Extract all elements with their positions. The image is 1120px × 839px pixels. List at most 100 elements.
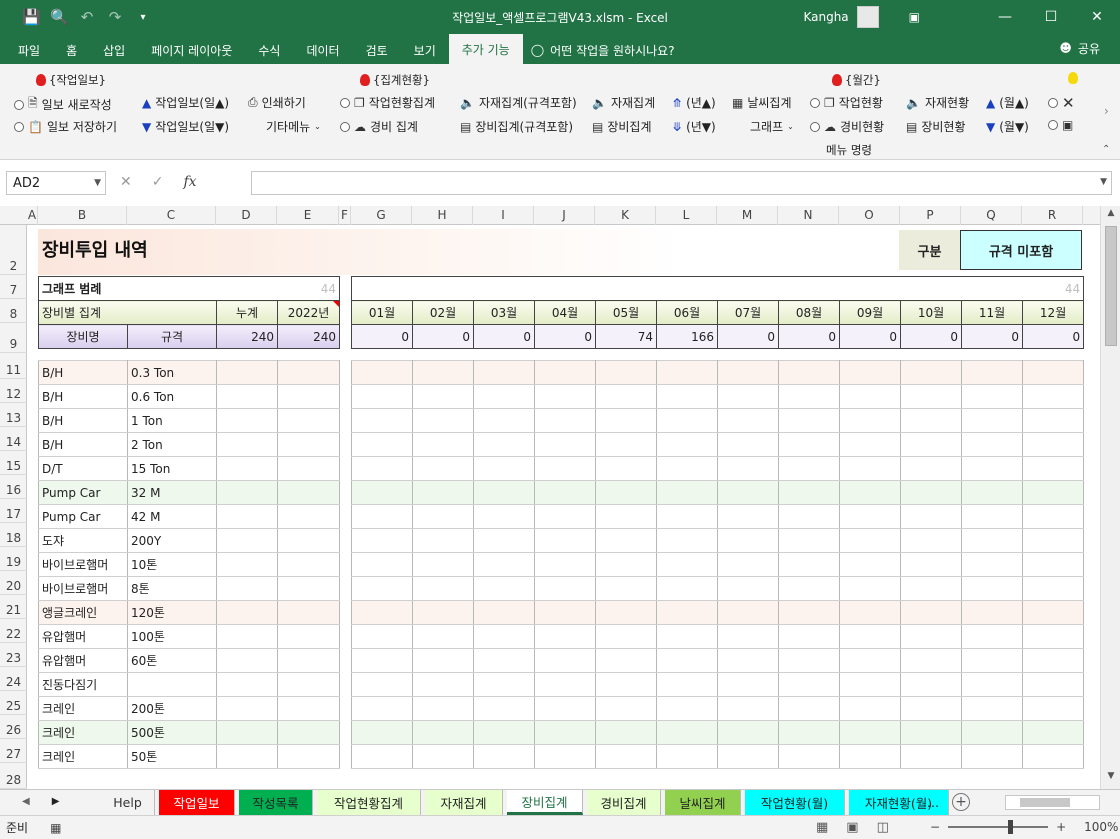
month-cell[interactable] xyxy=(961,360,1023,385)
sheet-tab[interactable]: 작업현황집계 xyxy=(317,790,421,815)
total-cell[interactable] xyxy=(216,360,278,385)
total-cell[interactable] xyxy=(216,408,278,433)
month-cell[interactable] xyxy=(534,720,596,745)
monthly-equipment-button[interactable]: ▤ 장비현황 xyxy=(906,118,966,135)
function-icon[interactable]: fx xyxy=(183,174,196,190)
month-cell[interactable] xyxy=(595,720,657,745)
row-header[interactable]: 17 xyxy=(0,499,27,523)
tab-add-ins[interactable]: 추가 기능 xyxy=(448,34,523,64)
month-cell[interactable] xyxy=(412,408,474,433)
tab-page-layout[interactable]: 페이지 레이아웃 xyxy=(138,36,245,64)
equipment-spec-cell[interactable]: 200톤 xyxy=(127,696,217,721)
equipment-spec-cell[interactable]: 0.6 Ton xyxy=(127,384,217,409)
month-cell[interactable] xyxy=(351,528,413,553)
month-cell[interactable] xyxy=(717,528,779,553)
add-sheet-icon[interactable]: + xyxy=(952,793,970,811)
month-cell[interactable] xyxy=(534,504,596,529)
month-cell[interactable] xyxy=(717,480,779,505)
month-cell[interactable] xyxy=(656,672,718,697)
month-label[interactable]: 05월 xyxy=(595,300,657,325)
month-cell[interactable] xyxy=(534,480,596,505)
month-cell[interactable] xyxy=(717,696,779,721)
month-value[interactable]: 0 xyxy=(351,324,413,349)
month-cell[interactable] xyxy=(1022,456,1084,481)
month-cell[interactable] xyxy=(1022,384,1084,409)
month-cell[interactable] xyxy=(473,432,535,457)
total-cell[interactable] xyxy=(216,576,278,601)
hscroll-thumb[interactable] xyxy=(1020,798,1070,807)
month-cell[interactable] xyxy=(656,384,718,409)
comment-marker[interactable] xyxy=(333,301,339,307)
month-cell[interactable] xyxy=(778,360,840,385)
more-tabs-button[interactable]: ... xyxy=(918,790,948,815)
total-cell[interactable] xyxy=(216,384,278,409)
extra-image-button[interactable]: ▣ xyxy=(1048,118,1073,132)
scroll-thumb[interactable] xyxy=(1105,226,1117,346)
month-value[interactable]: 0 xyxy=(717,324,779,349)
month-label[interactable]: 04월 xyxy=(534,300,596,325)
daily-up-button[interactable]: ▲ 작업일보(일▲) xyxy=(142,94,229,111)
month-label[interactable]: 10월 xyxy=(900,300,962,325)
month-cell[interactable] xyxy=(961,552,1023,577)
month-cell[interactable] xyxy=(595,624,657,649)
month-cell[interactable] xyxy=(778,408,840,433)
row-header[interactable]: 13 xyxy=(0,403,27,427)
spec-column-label[interactable]: 규격 xyxy=(127,324,217,349)
year-cell[interactable] xyxy=(277,624,340,649)
month-cell[interactable] xyxy=(351,552,413,577)
year-value[interactable]: 240 xyxy=(277,324,341,349)
month-cell[interactable] xyxy=(473,480,535,505)
year-cell[interactable] xyxy=(277,552,340,577)
column-header[interactable]: F xyxy=(339,206,351,225)
month-cell[interactable] xyxy=(351,672,413,697)
month-cell[interactable] xyxy=(351,648,413,673)
month-cell[interactable] xyxy=(717,648,779,673)
total-cell[interactable] xyxy=(216,744,278,769)
month-cell[interactable] xyxy=(961,528,1023,553)
month-cell[interactable] xyxy=(656,648,718,673)
zoom-in-icon[interactable]: + xyxy=(1056,820,1066,834)
month-cell[interactable] xyxy=(473,600,535,625)
weather-summary-button[interactable]: ▦ 날씨집계 xyxy=(732,94,792,111)
month-cell[interactable] xyxy=(534,672,596,697)
month-cell[interactable] xyxy=(473,408,535,433)
month-cell[interactable] xyxy=(473,360,535,385)
month-cell[interactable] xyxy=(961,720,1023,745)
month-label[interactable]: 08월 xyxy=(778,300,840,325)
equipment-name-cell[interactable]: B/H xyxy=(38,408,128,433)
row-header[interactable]: 25 xyxy=(0,691,27,715)
month-cell[interactable] xyxy=(595,528,657,553)
year-cell[interactable] xyxy=(277,408,340,433)
month-cell[interactable] xyxy=(900,576,962,601)
total-cell[interactable] xyxy=(216,456,278,481)
equipment-spec-summary-button[interactable]: ▤ 장비집계(규격포함) xyxy=(460,118,573,135)
month-cell[interactable] xyxy=(351,456,413,481)
month-cell[interactable] xyxy=(351,744,413,769)
month-cell[interactable] xyxy=(473,552,535,577)
tab-review[interactable]: 검토 xyxy=(353,36,401,64)
work-summary-button[interactable]: ❐ 작업현황집계 xyxy=(340,94,435,111)
equipment-spec-cell[interactable]: 15 Ton xyxy=(127,456,217,481)
equipment-name-cell[interactable]: Pump Car xyxy=(38,480,128,505)
month-cell[interactable] xyxy=(1022,408,1084,433)
month-cell[interactable] xyxy=(534,456,596,481)
row-header[interactable]: 20 xyxy=(0,571,27,595)
equipment-spec-cell[interactable]: 32 M xyxy=(127,480,217,505)
month-cell[interactable] xyxy=(961,408,1023,433)
month-value[interactable]: 0 xyxy=(473,324,535,349)
month-cell[interactable] xyxy=(900,696,962,721)
zoom-level[interactable]: 100% xyxy=(1084,820,1118,834)
month-label[interactable]: 06월 xyxy=(656,300,718,325)
spec-toggle-button[interactable]: 규격 미포함 xyxy=(960,230,1082,270)
daily-down-button[interactable]: ▼ 작업일보(일▼) xyxy=(142,118,229,135)
month-cell[interactable] xyxy=(351,360,413,385)
month-cell[interactable] xyxy=(839,648,901,673)
month-cell[interactable] xyxy=(473,384,535,409)
sheet-tab[interactable]: 작업일보 xyxy=(159,790,235,815)
year-down-button[interactable]: ⤋ (년▼) xyxy=(672,118,716,135)
month-value[interactable]: 0 xyxy=(534,324,596,349)
column-header[interactable]: E xyxy=(277,206,339,225)
row-header[interactable]: 21 xyxy=(0,595,27,619)
month-cell[interactable] xyxy=(839,720,901,745)
sheet-tab[interactable]: 날씨집계 xyxy=(665,790,741,815)
